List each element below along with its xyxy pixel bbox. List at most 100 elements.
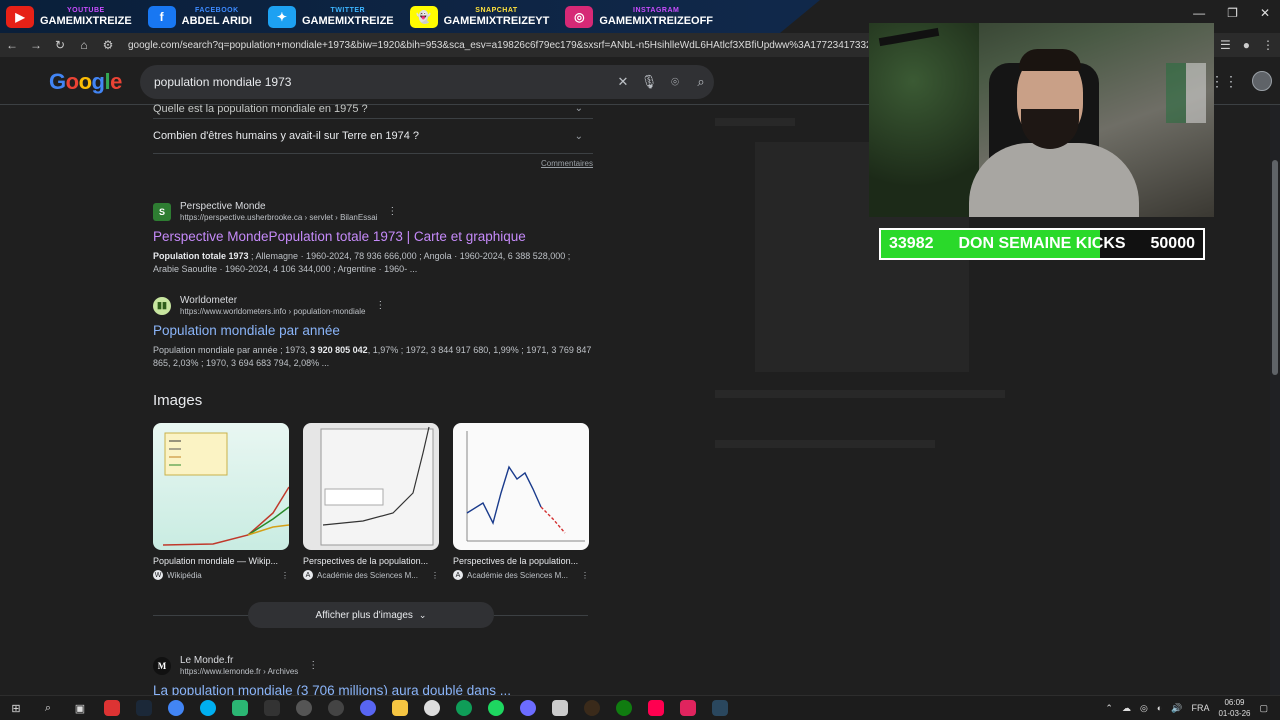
image-thumbnail[interactable] xyxy=(153,423,289,550)
restore-icon[interactable]: ❐ xyxy=(1227,6,1238,20)
app-icon[interactable] xyxy=(576,696,608,720)
clear-icon[interactable]: ✕ xyxy=(610,74,636,90)
more-images-button[interactable]: Afficher plus d'images ⌄ xyxy=(248,602,494,628)
steam-icon[interactable] xyxy=(128,696,160,720)
chevron-down-icon[interactable]: ⌄ xyxy=(575,131,583,142)
social-youtube: ▶ YOUTUBE GAMEMIXTREIZE xyxy=(0,0,138,33)
more-options-icon[interactable]: ⋮ xyxy=(308,660,318,671)
social-handle: GAMEMIXTREIZEYT xyxy=(443,14,550,27)
image-result[interactable]: Perspectives de la population... A Académ… xyxy=(303,423,439,580)
image-result[interactable]: Population mondiale — Wikip... W Wikipédi… xyxy=(153,423,289,580)
social-platform-label: INSTAGRAM xyxy=(633,6,680,14)
more-options-icon[interactable]: ⋮ xyxy=(581,571,589,580)
xbox-icon[interactable] xyxy=(608,696,640,720)
mic-icon[interactable]: 🎙 xyxy=(636,74,662,90)
search-input[interactable]: population mondiale 1973 xyxy=(140,75,610,89)
forward-icon[interactable]: → xyxy=(24,38,48,52)
minimize-icon[interactable]: — xyxy=(1193,6,1205,20)
clock[interactable]: 06:09 01-03-26 xyxy=(1218,697,1250,719)
search-box[interactable]: population mondiale 1973 ✕ 🎙 ⌾ ⌕ xyxy=(140,65,714,99)
social-twitter: ✦ TWITTER GAMEMIXTREIZE xyxy=(262,0,400,33)
folder-icon[interactable] xyxy=(384,696,416,720)
faq-item[interactable]: Quelle est la population mondiale en 197… xyxy=(153,99,593,119)
social-handle: ABDEL ARIDI xyxy=(181,14,252,27)
language-indicator[interactable]: FRA xyxy=(1191,703,1209,713)
app-icon[interactable] xyxy=(320,696,352,720)
app-icon[interactable] xyxy=(480,696,512,720)
apps-icon[interactable]: ⋮⋮ xyxy=(1210,73,1238,90)
scrollbar-thumb[interactable] xyxy=(1272,160,1278,375)
results-column: Quelle est la population mondiale en 197… xyxy=(153,103,593,695)
stream-social-bar: ▶ YOUTUBE GAMEMIXTREIZE f FACEBOOK ABDEL A… xyxy=(0,0,820,33)
windows-start-icon[interactable]: ⊞ xyxy=(0,696,32,720)
result-title-link[interactable]: Population mondiale par année xyxy=(153,323,593,338)
speaker-icon[interactable]: 🔊 xyxy=(1171,703,1182,714)
network-icon[interactable]: ☁ xyxy=(1122,703,1131,714)
app-icon[interactable] xyxy=(96,696,128,720)
image-result[interactable]: Perspectives de la population... A Académ… xyxy=(453,423,589,580)
more-options-icon[interactable]: ⋮ xyxy=(431,571,439,580)
lens-icon[interactable]: ⌾ xyxy=(662,74,688,90)
image-thumbnail[interactable] xyxy=(453,423,589,550)
avatar[interactable] xyxy=(1252,71,1272,91)
profile-icon[interactable]: ● xyxy=(1243,38,1250,52)
site-info-icon[interactable]: ⚙ xyxy=(96,38,120,52)
discord-icon[interactable] xyxy=(352,696,384,720)
image-caption[interactable]: Perspectives de la population... xyxy=(453,556,589,566)
reload-icon[interactable]: ↻ xyxy=(48,38,72,52)
app-tray-icon[interactable]: ◎ xyxy=(1140,703,1148,714)
result-source[interactable]: ▮▮ Worldometer https://www.worldometers.… xyxy=(153,295,593,317)
result-title-link[interactable]: Perspective MondePopulation totale 1973 … xyxy=(153,229,593,244)
more-options-icon[interactable]: ⋮ xyxy=(375,300,385,311)
address-bar-row: ← → ↻ ⌂ ⚙ google.com/search?q=population… xyxy=(0,33,870,57)
menu-icon[interactable]: ⋮ xyxy=(1262,38,1274,52)
result-site-name: Le Monde.fr xyxy=(180,655,234,666)
chevron-up-icon[interactable]: ⌃ xyxy=(1105,703,1113,714)
chrome-icon[interactable] xyxy=(160,696,192,720)
le-monde-favicon-icon: M xyxy=(153,656,171,675)
result-title-link[interactable]: La population mondiale (3 706 millions) … xyxy=(153,683,593,695)
result-source[interactable]: M Le Monde.fr https://www.lemonde.fr › A… xyxy=(153,655,593,677)
faq-question: Quelle est la population mondiale en 197… xyxy=(153,102,368,115)
epic-games-icon[interactable] xyxy=(256,696,288,720)
obs-icon[interactable] xyxy=(416,696,448,720)
app-icon[interactable] xyxy=(224,696,256,720)
image-caption[interactable]: Population mondiale — Wikip... xyxy=(153,556,289,566)
extensions-icon[interactable]: ☰ xyxy=(1220,38,1231,52)
social-platform-label: TWITTER xyxy=(330,6,366,14)
google-logo[interactable]: Google xyxy=(49,69,122,95)
tiktok-icon[interactable] xyxy=(640,696,672,720)
back-icon[interactable]: ← xyxy=(0,38,24,52)
close-icon[interactable]: ✕ xyxy=(1260,6,1270,20)
result-source[interactable]: S Perspective Monde https://perspective.… xyxy=(153,201,593,223)
donation-current: 33982 xyxy=(889,235,934,252)
facebook-icon: f xyxy=(147,5,176,28)
faq-item[interactable]: Combien d'êtres humains y avait-il sur T… xyxy=(153,119,593,154)
search-icon[interactable]: ⌕ xyxy=(688,74,714,90)
image-thumbnail[interactable] xyxy=(303,423,439,550)
chevron-down-icon[interactable]: ⌄ xyxy=(575,103,583,114)
feedback-link[interactable]: Commentaires xyxy=(153,159,593,168)
image-caption[interactable]: Perspectives de la population... xyxy=(303,556,439,566)
search-icon[interactable]: ⌕ xyxy=(32,696,64,720)
webcam-overlay xyxy=(869,23,1214,217)
steam-icon[interactable] xyxy=(704,696,736,720)
url-field[interactable]: google.com/search?q=population+mondiale+… xyxy=(128,40,868,51)
edge-icon[interactable] xyxy=(448,696,480,720)
notification-icon[interactable]: ▢ xyxy=(1259,703,1268,714)
result-snippet: Population totale 1973 ; Allemagne · 196… xyxy=(153,250,571,274)
window-controls: — ❐ ✕ xyxy=(1193,6,1270,20)
app-tray-icon[interactable]: ◐ xyxy=(1157,703,1162,713)
app-icon[interactable] xyxy=(544,696,576,720)
skype-icon[interactable] xyxy=(192,696,224,720)
result-url: https://perspective.usherbrooke.ca › ser… xyxy=(180,213,378,222)
more-options-icon[interactable]: ⋮ xyxy=(387,206,397,217)
more-options-icon[interactable]: ⋮ xyxy=(281,571,289,580)
task-view-icon[interactable]: ▣ xyxy=(64,696,96,720)
screen: ▶ YOUTUBE GAMEMIXTREIZE f FACEBOOK ABDEL A… xyxy=(0,0,1280,720)
app-icon[interactable] xyxy=(512,696,544,720)
app-icon[interactable] xyxy=(672,696,704,720)
home-icon[interactable]: ⌂ xyxy=(72,38,96,52)
app-icon[interactable] xyxy=(288,696,320,720)
academie-icon: A xyxy=(453,570,463,580)
